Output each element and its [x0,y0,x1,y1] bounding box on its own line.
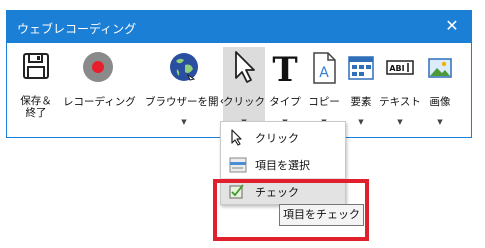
element-button[interactable]: 要素 ▼ [343,51,379,129]
copy-label: コピー [308,96,340,108]
svg-text:T: T [272,51,297,85]
open-browser-button[interactable]: ブラウザーを開く ▼ [145,51,229,129]
click-button[interactable]: クリック ▼ [223,47,265,129]
globe-icon [170,53,198,81]
record-icon [83,52,113,82]
image-label: 画像 [429,96,451,108]
element-label: 要素 [350,96,372,108]
click-label: クリック [223,96,265,108]
svg-text:ABI: ABI [389,64,404,73]
menu-item-click[interactable]: クリック [221,124,345,150]
copy-button[interactable]: A コピー ▼ [305,51,343,129]
text-button[interactable]: ABI テキスト ▼ [379,51,421,129]
window-title: ウェブレコーディング [17,22,137,36]
close-icon[interactable]: ✕ [443,17,461,35]
menu-item-select-item-label: 項目を選択 [255,159,310,172]
type-button[interactable]: T タイプ ▼ [265,51,305,129]
menu-item-select-item[interactable]: 項目を選択 [221,151,345,177]
chevron-down-icon: ▼ [437,118,443,126]
element-grid-icon [348,56,374,80]
floppy-disk-icon [23,53,49,79]
save-label-line2: 終了 [25,107,47,119]
highlight-box [213,179,369,241]
image-icon [428,58,452,78]
recording-button[interactable]: レコーディング [63,51,136,129]
copy-document-icon: A [313,52,336,84]
text-label: テキスト [379,96,421,108]
recording-label: レコーディング [63,96,136,108]
web-recording-window: ウェブレコーディング ✕ 保存＆ 終了 レコーディング ブラウザーを開く ▼ ク… [6,10,472,138]
title-bar[interactable]: ウェブレコーディング ✕ [7,11,471,43]
text-field-icon: ABI [386,60,414,75]
letter-t-icon: T [272,51,297,85]
cursor-icon [235,51,255,83]
chevron-down-icon: ▼ [181,118,187,126]
svg-text:A: A [319,65,329,81]
save-and-exit-button[interactable]: 保存＆ 終了 [11,51,61,129]
save-label-line1: 保存＆ [20,95,52,107]
open-browser-label: ブラウザーを開く [145,96,229,108]
cursor-icon [231,129,242,146]
type-label: タイプ [269,96,301,108]
list-select-icon [229,157,247,173]
image-button[interactable]: 画像 ▼ [421,51,459,129]
chevron-down-icon: ▼ [397,118,403,126]
menu-item-click-label: クリック [255,132,299,145]
chevron-down-icon: ▼ [358,118,364,126]
